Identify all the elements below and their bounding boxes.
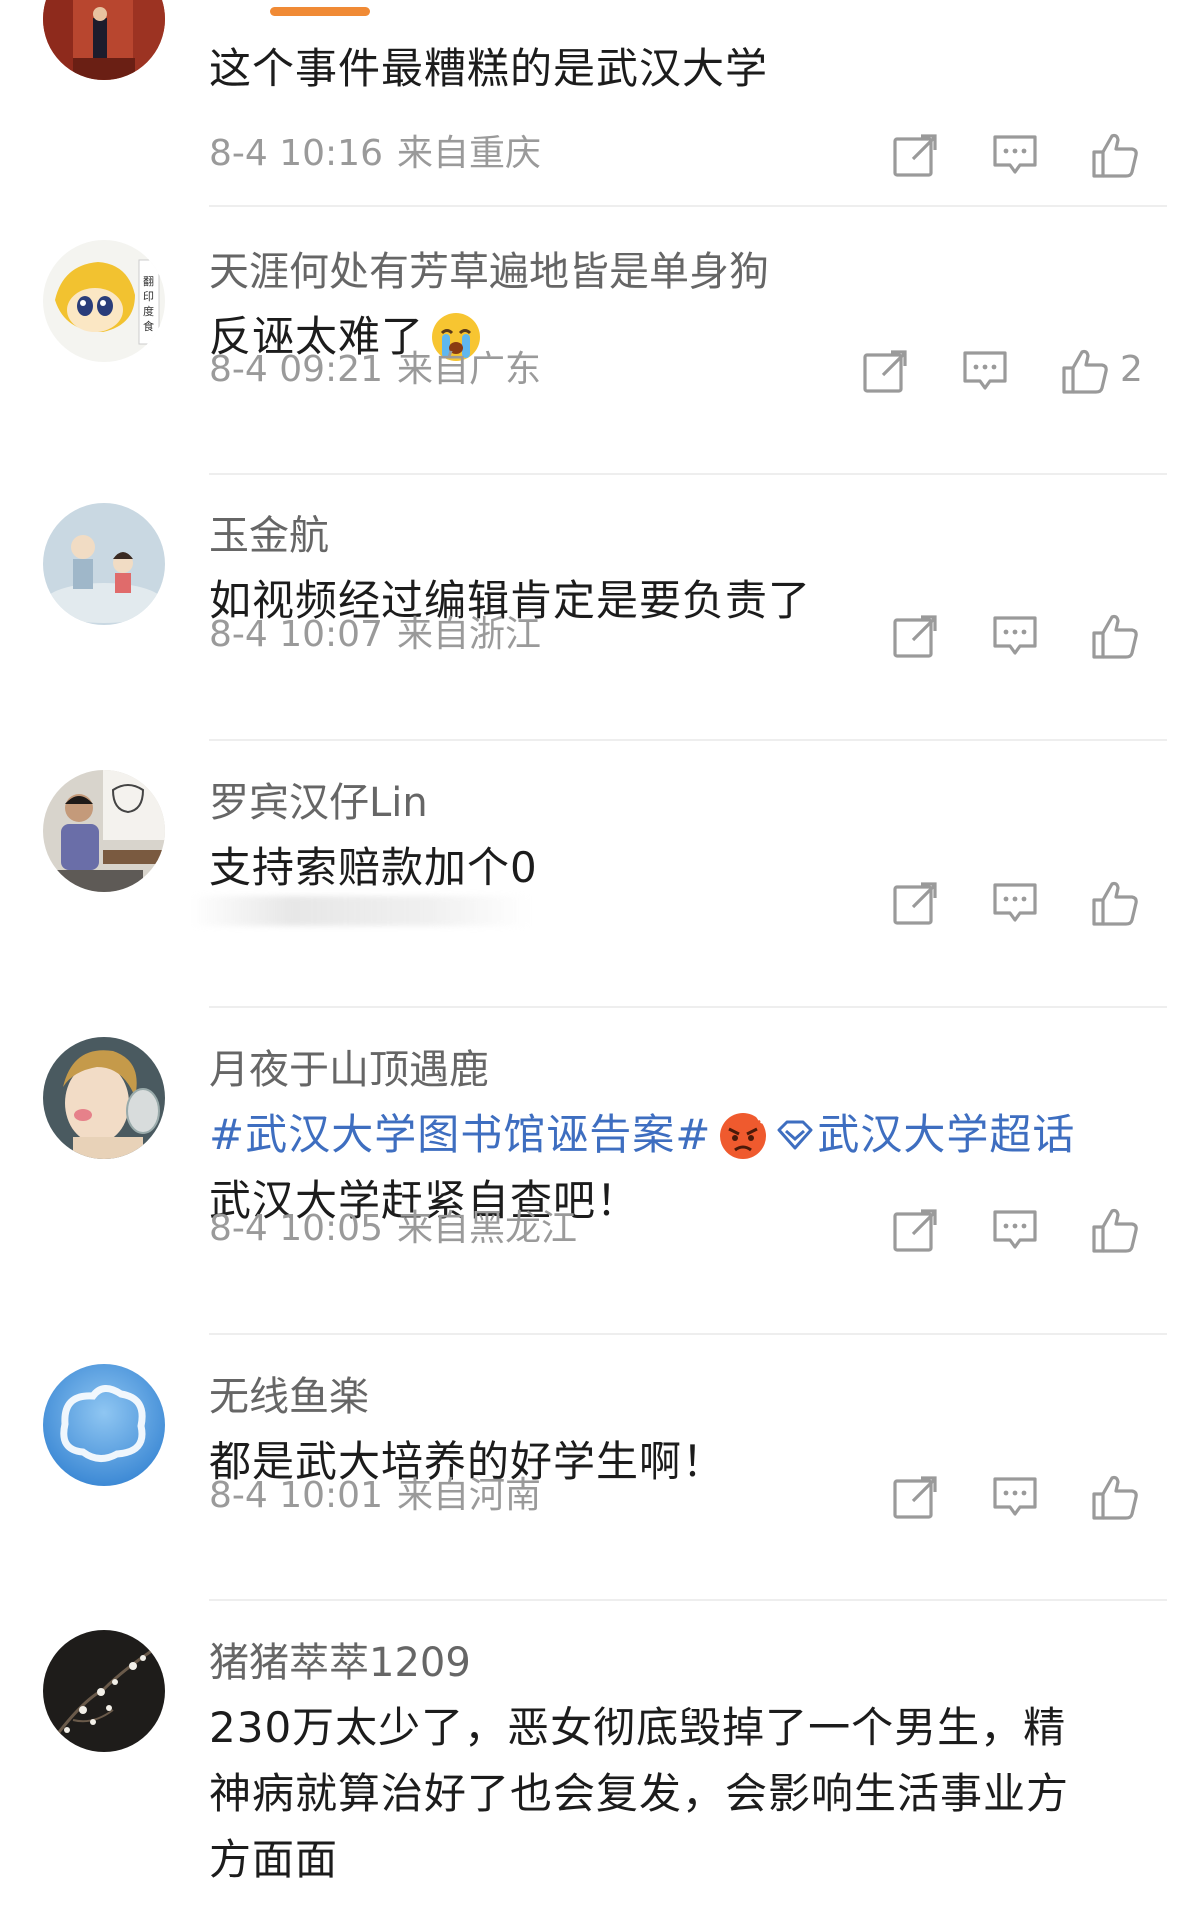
super-topic-link[interactable]: 武汉大学超话 (817, 1110, 1075, 1159)
comment-location: 来自黑龙江 (397, 1208, 578, 1249)
share-icon (893, 1209, 937, 1252)
thumbs-up-icon (1092, 614, 1138, 659)
comment-username[interactable]: 罗宾汉仔Lin (209, 778, 428, 828)
comment-button[interactable] (990, 1203, 1040, 1257)
avatar[interactable] (43, 0, 165, 80)
comment-date: 8-4 10:01 (209, 1475, 383, 1516)
share-button[interactable] (890, 1470, 940, 1524)
comment-meta: 8-4 10:16 来自重庆 (209, 132, 541, 176)
comment-meta: 8-4 09:21 来自广东 (209, 348, 541, 392)
comment-button[interactable] (990, 1470, 1040, 1524)
comment-topic-line: #武汉大学图书馆诬告案# 武汉大学超话 (209, 1102, 1109, 1168)
comment-item: 月夜于山顶遇鹿 #武汉大学图书馆诬告案# 武汉大学超话 武汉大学赶紧自查吧！ 8-… (0, 1007, 1179, 1335)
comment-username[interactable]: 月夜于山顶遇鹿 (209, 1045, 489, 1095)
comment-text-line: 这个事件最糟糕的是武汉大学 (209, 44, 769, 93)
share-icon (893, 615, 937, 658)
like-button[interactable]: 2 (1060, 344, 1143, 398)
avatar[interactable] (43, 1037, 165, 1159)
thumbs-up-icon (1092, 1208, 1138, 1253)
comment-icon (993, 1210, 1037, 1249)
svg-text:印: 印 (143, 290, 154, 303)
comment-button[interactable] (990, 876, 1040, 930)
comment-item: 罗宾汉仔Lin 支持索赔款加个0 (0, 740, 1179, 1008)
comment-text: 230万太少了，恶女彻底毁掉了一个男生，精 神病就算治好了也会复发，会影响生活事… (209, 1695, 1109, 1893)
avatar[interactable] (43, 1630, 165, 1752)
topic-link[interactable]: #武汉大学图书馆诬告案# (209, 1110, 711, 1159)
avatar[interactable] (43, 503, 165, 625)
comment-actions (890, 128, 1140, 182)
comment-username[interactable]: 玉金航 (209, 511, 329, 561)
svg-text:翻: 翻 (143, 274, 154, 288)
comment-icon (993, 135, 1037, 174)
share-icon (893, 882, 937, 925)
share-icon (863, 350, 907, 393)
like-button[interactable] (1090, 1203, 1140, 1257)
share-button[interactable] (860, 344, 910, 398)
comment-item: 这个事件最糟糕的是武汉大学 8-4 10:16 来自重庆 (0, 0, 1179, 207)
share-button[interactable] (890, 609, 940, 663)
comment-button[interactable] (990, 609, 1040, 663)
comment-actions (890, 876, 1140, 930)
comment-actions (890, 609, 1140, 663)
like-button[interactable] (1090, 609, 1140, 663)
comment-location: 来自河南 (397, 1475, 542, 1516)
comment-text-line: 方面面 (209, 1835, 339, 1884)
like-button[interactable] (1090, 876, 1140, 930)
comment-date: 8-4 10:05 (209, 1208, 383, 1249)
comment-icon (993, 616, 1037, 655)
comment-item: 猪猪萃萃1209 230万太少了，恶女彻底毁掉了一个男生，精 神病就算治好了也会… (0, 1600, 1179, 1917)
like-count: 2 (1120, 349, 1143, 390)
comment-item: 无线鱼楽 都是武大培养的好学生啊！ 8-4 10:01 来自河南 (0, 1334, 1179, 1601)
comment-text-line: 230万太少了，恶女彻底毁掉了一个男生，精 (209, 1703, 1067, 1752)
comment-meta: 8-4 10:01 来自河南 (209, 1474, 541, 1518)
redacted-meta (190, 896, 530, 926)
thumbs-up-icon (1092, 881, 1138, 926)
comment-button[interactable] (960, 344, 1010, 398)
comment-item: 翻 印 度 食 天涯何处有芳草遍地皆是单身狗 反诬太难了 8-4 09:21 来自… (0, 205, 1179, 475)
svg-text:食: 食 (143, 319, 154, 333)
like-button[interactable] (1090, 1470, 1140, 1524)
comment-username[interactable]: 天涯何处有芳草遍地皆是单身狗 (209, 247, 769, 297)
thumbs-up-icon (1062, 349, 1108, 394)
share-icon (893, 134, 937, 177)
angry-face-icon (717, 1109, 769, 1161)
diamond-icon (775, 1118, 815, 1152)
comment-meta: 8-4 10:05 来自黑龙江 (209, 1207, 577, 1251)
avatar[interactable] (43, 1364, 165, 1486)
comment-location: 来自广东 (397, 349, 542, 390)
comment-date: 8-4 10:07 (209, 614, 383, 655)
share-button[interactable] (890, 128, 940, 182)
comment-icon (993, 1477, 1037, 1516)
comment-username[interactable]: 猪猪萃萃1209 (209, 1638, 471, 1688)
avatar[interactable] (43, 770, 165, 892)
comment-username[interactable]: 无线鱼楽 (209, 1372, 369, 1422)
comment-date: 8-4 10:16 (209, 133, 383, 174)
comment-location: 来自重庆 (397, 133, 542, 174)
comment-location: 来自浙江 (397, 614, 542, 655)
comment-actions (890, 1203, 1140, 1257)
comment-item: 玉金航 如视频经过编辑肯定是要负责了 8-4 10:07 来自浙江 (0, 473, 1179, 741)
comment-meta: 8-4 10:07 来自浙江 (209, 613, 541, 657)
thumbs-up-icon (1092, 1475, 1138, 1520)
avatar[interactable]: 翻 印 度 食 (43, 240, 165, 362)
comment-icon (963, 351, 1007, 390)
comment-text: 这个事件最糟糕的是武汉大学 (209, 36, 1109, 102)
like-button[interactable] (1090, 128, 1140, 182)
comment-text-line: 神病就算治好了也会复发，会影响生活事业方 (209, 1769, 1070, 1818)
share-button[interactable] (890, 1203, 940, 1257)
share-button[interactable] (890, 876, 940, 930)
svg-text:度: 度 (143, 304, 154, 318)
comment-date: 8-4 09:21 (209, 349, 383, 390)
thumbs-up-icon (1092, 133, 1138, 178)
share-icon (893, 1476, 937, 1519)
comment-icon (993, 883, 1037, 922)
comment-actions: 2 (860, 344, 1160, 398)
comment-button[interactable] (990, 128, 1040, 182)
comment-feed: 这个事件最糟糕的是武汉大学 8-4 10:16 来自重庆 翻 印 度 食 天涯何… (0, 0, 1179, 1917)
comment-actions (890, 1470, 1140, 1524)
